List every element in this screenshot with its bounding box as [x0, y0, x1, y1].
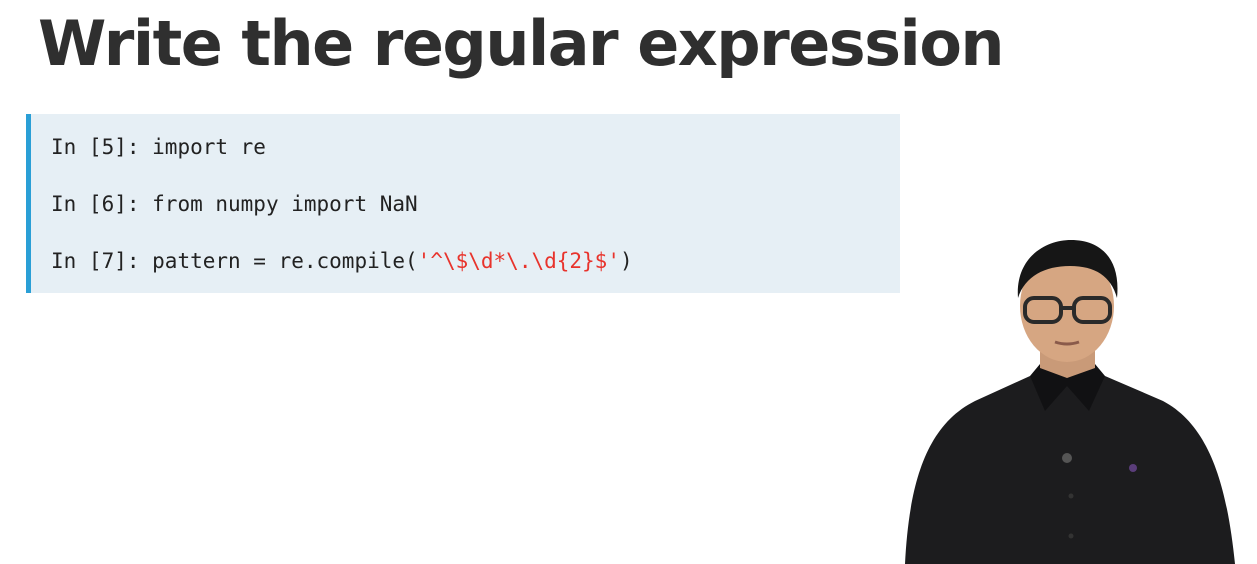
code-text: import re: [152, 135, 266, 159]
code-text: pattern = re.compile(: [152, 249, 418, 273]
presenter-figure: [905, 240, 1235, 564]
code-line-import-nan: In [6]: from numpy import NaN: [51, 190, 418, 218]
code-line-pattern: In [7]: pattern = re.compile('^\$\d*\.\d…: [51, 247, 633, 275]
code-cell-block: In [5]: import re In [6]: from numpy imp…: [26, 114, 900, 293]
input-prompt: In [6]:: [51, 192, 153, 216]
input-prompt: In [5]:: [51, 135, 153, 159]
regex-string-literal: '^\$\d*\.\d{2}$': [417, 249, 620, 273]
lapel-mic-icon: [1062, 453, 1072, 463]
code-text: from numpy import NaN: [152, 192, 418, 216]
shirt-logo-icon: [1129, 464, 1137, 472]
code-line-import-re: In [5]: import re: [51, 133, 266, 161]
input-prompt: In [7]:: [51, 249, 153, 273]
code-text: ): [619, 249, 633, 273]
slide-title: Write the regular expression: [38, 7, 1005, 80]
